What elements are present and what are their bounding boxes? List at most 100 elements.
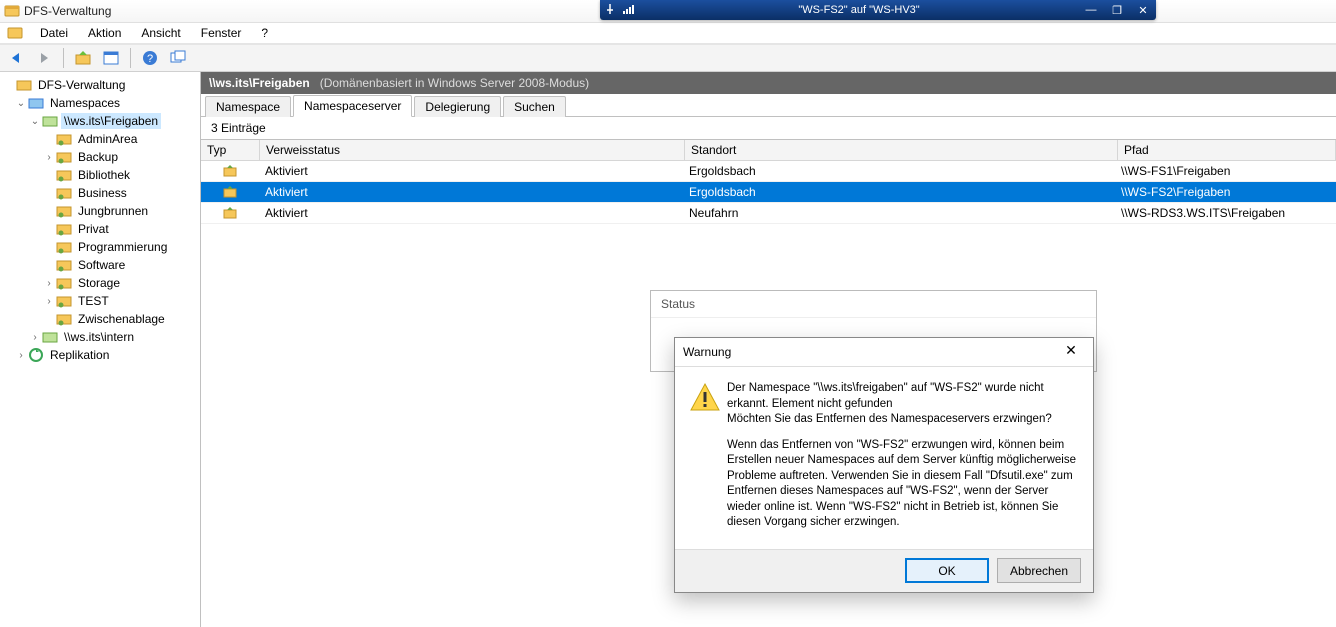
ok-button[interactable]: OK	[905, 558, 989, 583]
table-row[interactable]: AktiviertErgoldsbach\\WS-FS1\Freigaben	[201, 161, 1336, 182]
remote-restore-button[interactable]: ❐	[1104, 4, 1130, 17]
toolbar-up-button[interactable]	[71, 46, 95, 70]
share-folder-icon	[56, 203, 72, 219]
tree-item-label: Zwischenablage	[75, 311, 168, 327]
col-path[interactable]: Pfad	[1118, 140, 1336, 160]
chevron-right-icon[interactable]: ›	[42, 152, 56, 163]
tab-namespace[interactable]: Namespace	[205, 96, 291, 117]
remote-minimize-button[interactable]: —	[1078, 4, 1104, 16]
tree-item[interactable]: Software	[0, 256, 200, 274]
tree-ns-freigaben[interactable]: ⌄ \\ws.its\Freigaben	[0, 112, 200, 130]
tree-namespaces[interactable]: ⌄ Namespaces	[0, 94, 200, 112]
path-sub: (Domänenbasiert in Windows Server 2008-M…	[320, 76, 589, 90]
tree-item[interactable]: Privat	[0, 220, 200, 238]
chevron-right-icon[interactable]: ›	[42, 296, 56, 307]
tree-item[interactable]: ›Backup	[0, 148, 200, 166]
table-row[interactable]: AktiviertErgoldsbach\\WS-FS2\Freigaben	[201, 182, 1336, 203]
tree-ns-intern[interactable]: › \\ws.its\intern	[0, 328, 200, 346]
tree-item-label: Business	[75, 185, 130, 201]
pin-icon[interactable]	[600, 3, 620, 18]
row-path: \\WS-FS1\Freigaben	[1115, 164, 1336, 178]
toolbar-forward-button[interactable]	[32, 46, 56, 70]
tree-label: DFS-Verwaltung	[35, 77, 128, 93]
navigation-tree[interactable]: DFS-Verwaltung ⌄ Namespaces ⌄ \\ws.its\F…	[0, 72, 201, 627]
tree-label: \\ws.its\Freigaben	[61, 113, 161, 129]
replication-icon	[28, 347, 44, 363]
toolbar-separator	[63, 48, 64, 68]
tree-item-label: Programmierung	[75, 239, 170, 255]
dialog-title: Warnung	[683, 345, 1057, 359]
toolbar-window-button[interactable]	[166, 46, 190, 70]
col-typ[interactable]: Typ	[201, 140, 260, 160]
warning-dialog: Warnung ✕ Der Namespace "\\ws.its\freiga…	[674, 337, 1094, 593]
tree-label: Namespaces	[47, 95, 123, 111]
dialog-p1: Der Namespace "\\ws.its\freigaben" auf "…	[727, 381, 1079, 412]
tree-item-label: Storage	[75, 275, 123, 291]
chevron-right-icon[interactable]: ›	[28, 332, 42, 343]
share-folder-icon	[56, 293, 72, 309]
chevron-right-icon[interactable]: ›	[42, 278, 56, 289]
tree-replication[interactable]: › Replikation	[0, 346, 200, 364]
toolbar-help-button[interactable]: ?	[138, 46, 162, 70]
tree-item[interactable]: ›TEST	[0, 292, 200, 310]
menu-help[interactable]: ?	[251, 24, 278, 42]
share-folder-icon	[56, 311, 72, 327]
tree-label: \\ws.its\intern	[61, 329, 137, 345]
menu-aktion[interactable]: Aktion	[78, 24, 131, 42]
col-status[interactable]: Verweisstatus	[260, 140, 685, 160]
tree-item[interactable]: Bibliothek	[0, 166, 200, 184]
menu-ansicht[interactable]: Ansicht	[131, 24, 190, 42]
row-type-icon	[201, 184, 259, 200]
cancel-button[interactable]: Abbrechen	[997, 558, 1081, 583]
status-title: Status	[651, 291, 1096, 318]
dialog-titlebar[interactable]: Warnung ✕	[675, 338, 1093, 367]
share-folder-icon	[56, 239, 72, 255]
close-icon[interactable]: ✕	[1057, 342, 1085, 362]
share-folder-icon	[56, 275, 72, 291]
namespace-group-icon	[28, 95, 44, 111]
tree-item-label: AdminArea	[75, 131, 140, 147]
share-folder-icon	[56, 221, 72, 237]
menubar-icon	[6, 24, 24, 42]
remote-close-button[interactable]: ✕	[1130, 4, 1156, 17]
row-status: Aktiviert	[259, 206, 683, 220]
tree-item[interactable]: Business	[0, 184, 200, 202]
svg-text:?: ?	[147, 53, 153, 65]
grid-header: Typ Verweisstatus Standort Pfad	[201, 140, 1336, 161]
table-row[interactable]: AktiviertNeufahrn\\WS-RDS3.WS.ITS\Freiga…	[201, 203, 1336, 224]
share-folder-icon	[56, 185, 72, 201]
tree-item[interactable]: Jungbrunnen	[0, 202, 200, 220]
menu-datei[interactable]: Datei	[30, 24, 78, 42]
remote-connection-bar: "WS-FS2" auf "WS-HV3" — ❐ ✕	[600, 0, 1156, 20]
toolbar-back-button[interactable]	[4, 46, 28, 70]
tree-item[interactable]: › Storage	[0, 274, 200, 292]
col-site[interactable]: Standort	[685, 140, 1118, 160]
tree-root[interactable]: DFS-Verwaltung	[0, 76, 200, 94]
share-folder-icon	[56, 131, 72, 147]
signal-icon	[620, 3, 640, 18]
chevron-down-icon[interactable]: ⌄	[28, 116, 42, 127]
chevron-down-icon[interactable]: ⌄	[14, 98, 28, 109]
tree-item[interactable]: Zwischenablage	[0, 310, 200, 328]
tab-namespaceserver[interactable]: Namespaceserver	[293, 95, 412, 117]
tree-item[interactable]: Programmierung	[0, 238, 200, 256]
app-icon	[4, 3, 20, 19]
toolbar-view-button[interactable]	[99, 46, 123, 70]
row-site: Ergoldsbach	[683, 185, 1115, 199]
tree-item-label: Jungbrunnen	[75, 203, 151, 219]
tab-delegierung[interactable]: Delegierung	[414, 96, 501, 117]
tree-item[interactable]: AdminArea	[0, 130, 200, 148]
row-path: \\WS-FS2\Freigaben	[1115, 185, 1336, 199]
menu-fenster[interactable]: Fenster	[191, 24, 252, 42]
tabs: Namespace Namespaceserver Delegierung Su…	[201, 94, 1336, 117]
share-folder-icon	[56, 257, 72, 273]
dialog-text: Der Namespace "\\ws.its\freigaben" auf "…	[727, 381, 1079, 531]
namespace-icon	[42, 329, 58, 345]
warning-icon	[689, 381, 727, 531]
tree-item-label: Privat	[75, 221, 112, 237]
row-site: Ergoldsbach	[683, 164, 1115, 178]
chevron-right-icon[interactable]: ›	[14, 350, 28, 361]
tab-suchen[interactable]: Suchen	[503, 96, 566, 117]
dialog-buttons: OK Abbrechen	[675, 549, 1093, 592]
entry-count: 3 Einträge	[201, 117, 1336, 139]
